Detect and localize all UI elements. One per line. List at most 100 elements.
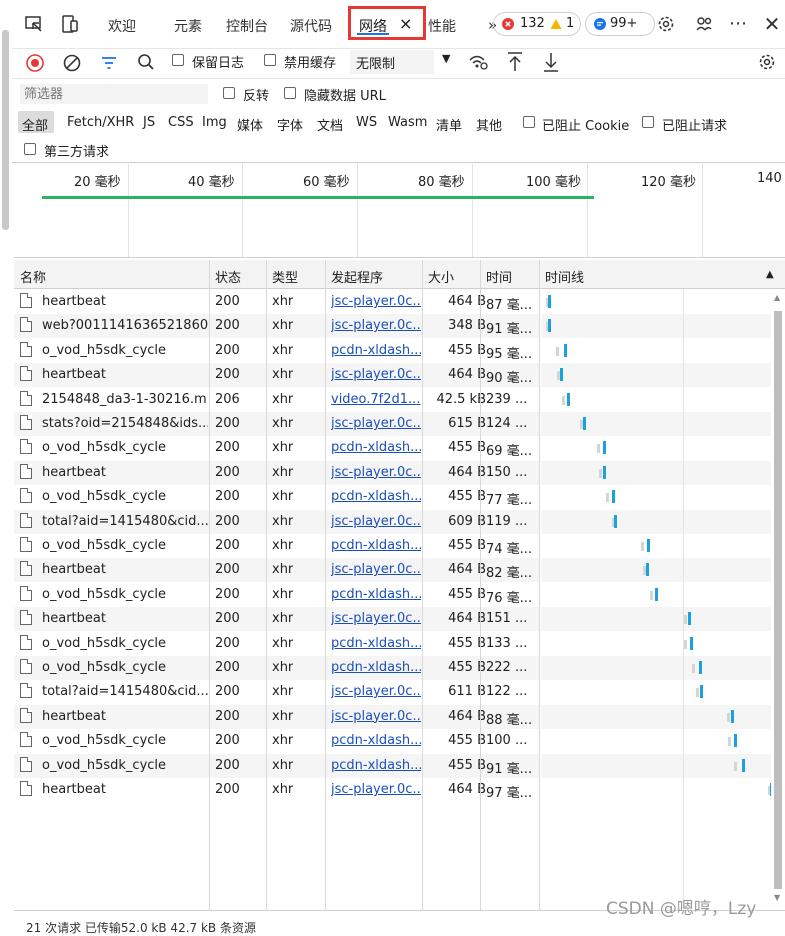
console-issues-badge[interactable]: 132 1 [493,12,581,36]
column-time[interactable]: 时间 [486,267,512,286]
request-name[interactable]: 2154848_da3-1-30216.m... [42,392,208,407]
type-css[interactable]: CSS [168,115,194,130]
waterfall-row[interactable] [541,534,771,558]
request-initiator-link[interactable]: jsc-player.0c... [331,562,421,577]
column-initiator[interactable]: 发起程序 [331,267,383,286]
table-row[interactable]: 2154848_da3-1-30216.m... 206 xhr video.7f2d… [14,388,540,412]
sort-ascending-icon[interactable]: ▲ [766,269,774,280]
request-name[interactable]: o_vod_h5sdk_cycle [42,538,208,553]
request-name[interactable]: heartbeat [42,367,208,382]
waterfall-row[interactable] [541,656,771,680]
waterfall-row[interactable] [541,607,771,632]
column-divider[interactable] [209,260,210,910]
customize-connections-icon[interactable] [694,14,714,34]
table-scrollbar-thumb[interactable] [774,311,782,889]
waterfall-row[interactable] [541,632,771,656]
request-initiator-link[interactable]: pcdn-xldash... [331,440,421,455]
type-js[interactable]: JS [143,115,155,130]
column-divider[interactable] [422,260,423,910]
request-initiator-link[interactable]: jsc-player.0c... [331,684,421,699]
tab-network[interactable]: 网络 × [348,6,426,40]
request-name[interactable]: o_vod_h5sdk_cycle [42,636,208,651]
request-initiator-link[interactable]: pcdn-xldash... [331,489,421,504]
table-row[interactable]: stats?oid=2154848&ids... 200 xhr jsc-player… [14,412,540,436]
request-name[interactable]: heartbeat [42,611,208,626]
waterfall-row[interactable] [541,509,771,534]
record-stop-icon[interactable] [25,53,45,73]
tab-sources[interactable]: 源代码 [290,16,332,36]
tab-console[interactable]: 控制台 [226,16,268,36]
table-row[interactable]: heartbeat 200 xhr jsc-player.0c... 464 B 97 毫… [14,778,540,802]
close-devtools-icon[interactable]: ✕ [762,14,782,34]
hide-data-url-checkbox[interactable] [284,87,296,99]
request-initiator-link[interactable]: pcdn-xldash... [331,660,421,675]
more-options-icon[interactable]: ⋯ [728,14,748,34]
table-row[interactable]: o_vod_h5sdk_cycle 200 xhr pcdn-xldash... 455… [14,729,540,753]
request-name[interactable]: stats?oid=2154848&ids... [42,416,208,431]
table-row[interactable]: total?aid=1415480&cid... 200 xhr jsc-player… [14,680,540,704]
scroll-up-icon[interactable]: ▲ [774,293,780,302]
request-initiator-link[interactable]: jsc-player.0c... [331,611,421,626]
clear-icon[interactable] [62,53,82,73]
tab-welcome[interactable]: 欢迎 [108,16,136,36]
column-waterfall[interactable]: 时间线 [545,267,584,286]
request-initiator-link[interactable]: jsc-player.0c... [331,416,421,431]
network-overview[interactable]: 20 毫秒 40 毫秒 60 毫秒 80 毫秒 100 毫秒 120 毫秒 14… [14,164,785,258]
waterfall-row[interactable] [541,412,771,436]
table-row[interactable]: o_vod_h5sdk_cycle 200 xhr pcdn-xldash... 455… [14,583,540,607]
tab-elements[interactable]: 元素 [174,16,202,36]
waterfall-row[interactable] [541,753,771,778]
request-name[interactable]: heartbeat [42,465,208,480]
table-row[interactable]: heartbeat 200 xhr jsc-player.0c... 464 B 87 毫… [14,290,540,314]
scroll-down-icon[interactable]: ▼ [774,893,780,902]
request-initiator-link[interactable]: jsc-player.0c... [331,367,421,382]
network-conditions-icon[interactable] [468,52,490,72]
type-media[interactable]: 媒体 [237,115,263,134]
network-settings-gear-icon[interactable] [757,52,777,72]
table-row[interactable]: heartbeat 200 xhr jsc-player.0c... 464 B 90 毫… [14,363,540,388]
request-name[interactable]: total?aid=1415480&cid... [42,684,208,699]
preserve-log-checkbox[interactable] [172,54,184,66]
issues-badge[interactable]: 99+ [585,12,655,36]
filter-icon[interactable] [99,53,119,73]
third-party-checkbox[interactable] [24,143,36,155]
blocked-requests-checkbox[interactable] [642,116,654,128]
request-initiator-link[interactable]: pcdn-xldash... [331,538,421,553]
waterfall-row[interactable] [541,558,771,583]
waterfall-row[interactable] [541,339,771,363]
type-font[interactable]: 字体 [277,115,303,134]
request-initiator-link[interactable]: jsc-player.0c... [331,782,421,797]
disable-cache-checkbox[interactable] [264,54,276,66]
waterfall-row[interactable] [541,314,771,339]
filter-input[interactable] [20,84,208,104]
request-initiator-link[interactable]: jsc-player.0c... [331,318,421,333]
tab-performance[interactable]: 性能 [428,16,456,36]
request-initiator-link[interactable]: pcdn-xldash... [331,636,421,651]
type-other[interactable]: 其他 [476,115,502,134]
request-name[interactable]: o_vod_h5sdk_cycle [42,343,208,358]
table-row[interactable]: heartbeat 200 xhr jsc-player.0c... 464 B 150 … [14,460,540,485]
table-scrollbar[interactable]: ▲ ▼ [771,289,785,909]
table-row[interactable]: o_vod_h5sdk_cycle 200 xhr pcdn-xldash... 455… [14,753,540,778]
table-row[interactable]: o_vod_h5sdk_cycle 200 xhr pcdn-xldash... 455… [14,436,540,460]
table-row[interactable]: o_vod_h5sdk_cycle 200 xhr pcdn-xldash... 455… [14,534,540,558]
column-size[interactable]: 大小 [428,267,454,286]
table-row[interactable]: web?0011141636521860... 200 xhr jsc-player.… [14,314,540,339]
search-icon[interactable] [136,52,156,72]
request-initiator-link[interactable]: jsc-player.0c... [331,294,421,309]
type-wasm[interactable]: Wasm [388,115,427,130]
request-name[interactable]: web?0011141636521860... [42,318,208,333]
waterfall-row[interactable] [541,363,771,388]
request-name[interactable]: heartbeat [42,562,208,577]
waterfall-row[interactable] [541,680,771,704]
table-row[interactable]: heartbeat 200 xhr jsc-player.0c... 464 B 88 毫… [14,704,540,729]
type-fetch-xhr[interactable]: Fetch/XHR [67,115,134,130]
request-name[interactable]: o_vod_h5sdk_cycle [42,660,208,675]
request-initiator-link[interactable]: pcdn-xldash... [331,587,421,602]
blocked-cookies-checkbox[interactable] [523,116,535,128]
export-har-icon[interactable] [541,51,561,73]
import-har-icon[interactable] [505,51,525,73]
request-name[interactable]: o_vod_h5sdk_cycle [42,733,208,748]
waterfall-row[interactable] [541,290,771,314]
waterfall-row[interactable] [541,778,773,802]
